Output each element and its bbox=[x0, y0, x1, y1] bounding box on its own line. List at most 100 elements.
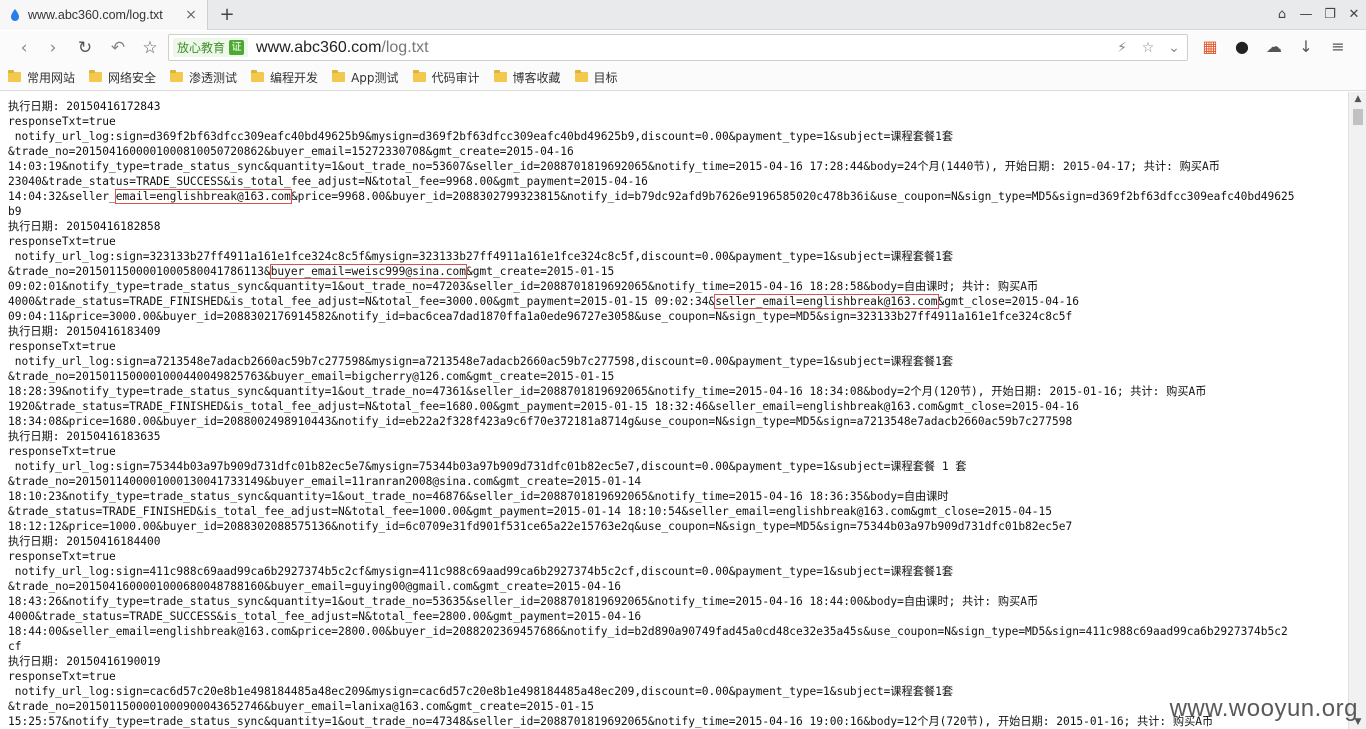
back-button[interactable]: ‹ bbox=[12, 36, 36, 60]
trust-badge[interactable]: 放心教育 证 bbox=[173, 38, 249, 57]
bookmark-folder-security[interactable]: 网络安全 bbox=[89, 69, 156, 86]
log-line: cf bbox=[8, 640, 22, 653]
log-line: notify_url_log:sign=411c988c69aad99ca6b2… bbox=[8, 565, 954, 578]
log-line: &trade_no=2015011500001000580041786113&b… bbox=[8, 264, 615, 279]
log-line: 执行日期: 20150416183409 bbox=[8, 325, 161, 338]
log-line: 18:12:12&price=1000.00&buyer_id=20883020… bbox=[8, 520, 1073, 533]
bookmark-folder-common[interactable]: 常用网站 bbox=[8, 69, 75, 86]
log-line: responseTxt=true bbox=[8, 340, 116, 353]
url-text[interactable]: www.abc360.com/log.txt bbox=[256, 39, 429, 57]
bookmark-label: 常用网站 bbox=[27, 70, 76, 85]
favorite-star-icon[interactable]: ☆ bbox=[1135, 40, 1161, 56]
forward-button[interactable]: › bbox=[41, 36, 65, 60]
log-line: 执行日期: 20150416184400 bbox=[8, 535, 161, 548]
log-line: 执行日期: 20150416182858 bbox=[8, 220, 161, 233]
maximize-button[interactable]: ❐ bbox=[1318, 5, 1342, 25]
download-icon[interactable]: ↓ bbox=[1290, 36, 1322, 58]
apps-grid-icon[interactable]: ▦ bbox=[1194, 36, 1226, 58]
bookmark-label: 网络安全 bbox=[108, 70, 157, 85]
close-window-button[interactable]: ✕ bbox=[1342, 5, 1366, 25]
folder-icon bbox=[412, 70, 426, 82]
undo-close-button[interactable]: ↶ bbox=[106, 36, 130, 60]
url-host: www.abc360.com bbox=[256, 38, 382, 56]
log-line: 14:03:19&notify_type=trade_status_sync&q… bbox=[8, 160, 1220, 173]
cloud-icon[interactable]: ☁ bbox=[1258, 36, 1290, 58]
reload-button[interactable]: ↻ bbox=[73, 36, 97, 60]
tab-active[interactable]: www.abc360.com/log.txt × bbox=[0, 0, 208, 30]
log-line: 4000&trade_status=TRADE_SUCCESS&is_total… bbox=[8, 610, 642, 623]
log-line: &trade_no=2015011500001000900043652746&b… bbox=[8, 700, 594, 713]
address-bar[interactable]: 放心教育 证 www.abc360.com/log.txt ⚡ ☆ ⌄ bbox=[168, 34, 1188, 61]
log-line: 18:10:23&notify_type=trade_status_sync&q… bbox=[8, 490, 949, 503]
bookmark-folder-dev[interactable]: 编程开发 bbox=[251, 69, 318, 86]
bookmark-label: 渗透测试 bbox=[189, 70, 238, 85]
log-line: 09:04:11&price=3000.00&buyer_id=20883021… bbox=[8, 310, 1073, 323]
log-line: 执行日期: 20150416190019 bbox=[8, 655, 161, 668]
log-line: 1920&trade_status=TRADE_FINISHED&is_tota… bbox=[8, 400, 1079, 413]
log-line: responseTxt=true bbox=[8, 550, 116, 563]
log-line: responseTxt=true bbox=[8, 235, 116, 248]
log-line: notify_url_log:sign=75344b03a97b909d731d… bbox=[8, 460, 967, 473]
bookmark-label: App测试 bbox=[351, 70, 399, 85]
folder-icon bbox=[251, 70, 265, 82]
log-line: notify_url_log:sign=323133b27ff4911a161e… bbox=[8, 250, 954, 263]
log-line: b9 bbox=[8, 205, 22, 218]
menu-icon[interactable]: ≡ bbox=[1322, 36, 1354, 58]
bookmark-folder-code-audit[interactable]: 代码审计 bbox=[412, 69, 480, 86]
log-line: &trade_no=2015041600001000680048788160&b… bbox=[8, 580, 621, 593]
minimize-button[interactable]: — bbox=[1294, 5, 1318, 25]
bookmark-folder-targets[interactable]: 目标 bbox=[574, 69, 618, 86]
bookmark-label: 编程开发 bbox=[270, 70, 319, 85]
highlighted-field: seller_email=englishbreak@163.com bbox=[714, 294, 939, 309]
log-line: 执行日期: 20150416183635 bbox=[8, 430, 161, 443]
log-line: responseTxt=true bbox=[8, 445, 116, 458]
log-line: 18:28:39&notify_type=trade_status_sync&q… bbox=[8, 385, 1207, 398]
folder-icon bbox=[89, 70, 103, 82]
log-line: 18:44:00&seller_email=englishbreak@163.c… bbox=[8, 625, 1288, 638]
log-content: 执行日期: 20150416172843 responseTxt=true not… bbox=[0, 92, 1348, 729]
bookmark-label: 博客收藏 bbox=[512, 70, 561, 85]
bookmark-folder-pentest[interactable]: 渗透测试 bbox=[170, 69, 237, 86]
tab-close-icon[interactable]: × bbox=[183, 7, 199, 23]
bookmark-label: 代码审计 bbox=[431, 70, 480, 85]
scrollbar-thumb[interactable] bbox=[1353, 109, 1363, 125]
bookmark-folder-blogs[interactable]: 博客收藏 bbox=[493, 69, 561, 86]
address-bar-actions: ⚡ ☆ ⌄ bbox=[1109, 35, 1187, 60]
log-line: notify_url_log:sign=cac6d57c20e8b1e49818… bbox=[8, 685, 954, 698]
folder-icon bbox=[8, 70, 21, 82]
log-line: &trade_no=2015011500001000440049825763&b… bbox=[8, 370, 615, 383]
qq-icon[interactable]: ● bbox=[1226, 36, 1258, 58]
highlighted-field: buyer_email=weisc999@sina.com bbox=[269, 264, 468, 279]
log-line: &trade_status=TRADE_FINISHED&is_total_fe… bbox=[8, 505, 1052, 518]
chevron-down-icon[interactable]: ⌄ bbox=[1161, 40, 1187, 56]
bookmark-label: 目标 bbox=[593, 70, 618, 85]
folder-icon bbox=[574, 70, 588, 82]
window-controls: ⌂ — ❐ ✕ bbox=[1270, 0, 1366, 30]
log-line: &trade_no=2015011400001000130041733149&b… bbox=[8, 475, 642, 488]
nav-toolbar: ‹ › ↻ ↶ ☆ 放心教育 证 www.abc360.com/log.txt … bbox=[0, 31, 1366, 64]
tab-bar: www.abc360.com/log.txt × + ⌂ — ❐ ✕ bbox=[0, 0, 1366, 30]
bookmarks-bar: 常用网站 网络安全 渗透测试 编程开发 App测试 代码审计 博客收藏 目标 bbox=[0, 64, 1366, 91]
log-line: 15:25:57&notify_type=trade_status_sync&q… bbox=[8, 715, 1214, 728]
log-line: 执行日期: 20150416172843 bbox=[8, 100, 161, 113]
url-path: /log.txt bbox=[381, 38, 429, 56]
log-line: notify_url_log:sign=d369f2bf63dfcc309eaf… bbox=[8, 130, 954, 143]
extension-icons: ▦ ● ☁ ↓ ≡ bbox=[1194, 36, 1354, 58]
trust-badge-text: 放心教育 bbox=[177, 41, 226, 55]
log-line: 23040&trade_status=TRADE_SUCCESS&is_tota… bbox=[8, 175, 648, 188]
vertical-scrollbar[interactable]: ▲ ▼ bbox=[1348, 92, 1366, 729]
log-line: &trade_no=2015041600001000810050720862&b… bbox=[8, 145, 574, 158]
bolt-icon[interactable]: ⚡ bbox=[1109, 40, 1135, 56]
log-line: notify_url_log:sign=a7213548e7adacb2660a… bbox=[8, 355, 954, 368]
bookmark-folder-app-test[interactable]: App测试 bbox=[332, 69, 399, 86]
log-line: responseTxt=true bbox=[8, 670, 116, 683]
folder-icon bbox=[493, 70, 507, 82]
scroll-up-arrow-icon[interactable]: ▲ bbox=[1353, 94, 1363, 104]
log-line: 14:04:32&seller_email=englishbreak@163.c… bbox=[8, 189, 1295, 204]
watermark: www.wooyun.org bbox=[1169, 695, 1358, 722]
bookmark-star-button[interactable]: ☆ bbox=[138, 36, 162, 60]
pin-icon[interactable]: ⌂ bbox=[1270, 5, 1294, 25]
log-line: 18:34:08&price=1680.00&buyer_id=20880024… bbox=[8, 415, 1073, 428]
new-tab-button[interactable]: + bbox=[216, 4, 238, 26]
folder-icon bbox=[332, 70, 346, 82]
